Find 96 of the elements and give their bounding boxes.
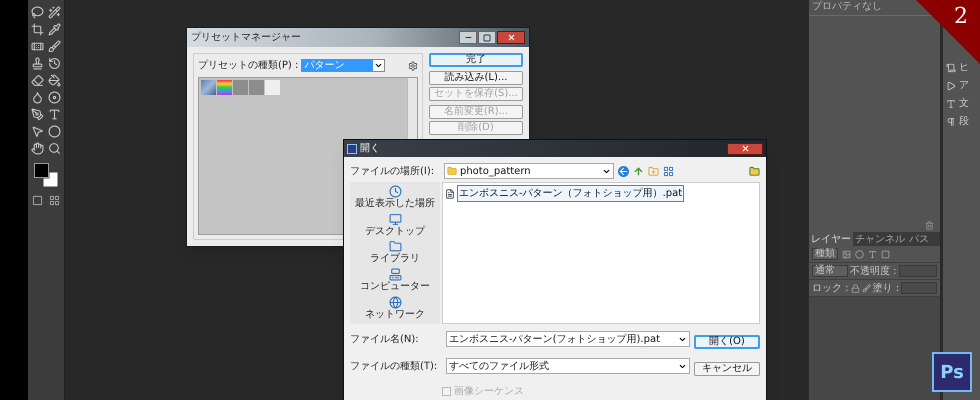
history-icon[interactable] bbox=[48, 57, 61, 70]
play-icon[interactable] bbox=[946, 81, 956, 91]
file-item[interactable]: エンボスニス-パターン（フォトショップ用）.pat bbox=[457, 185, 684, 202]
foreground-color-swatch[interactable] bbox=[34, 163, 49, 178]
file-name-label: ファイル名(N): bbox=[350, 332, 420, 346]
type-icon[interactable] bbox=[868, 250, 877, 258]
folder-icon bbox=[447, 166, 457, 176]
opacity-field[interactable] bbox=[898, 265, 937, 277]
clock-icon[interactable] bbox=[388, 185, 402, 198]
location-label: ファイルの場所(I): bbox=[350, 164, 436, 178]
dock-item-label[interactable]: 文 bbox=[959, 98, 969, 110]
hand-icon[interactable] bbox=[31, 142, 44, 155]
place-item[interactable]: 最近表示した場所 bbox=[355, 198, 435, 210]
panel-tab[interactable]: レイヤー bbox=[809, 232, 853, 246]
file-type-label: ファイルの種類(T): bbox=[350, 360, 438, 374]
image-icon[interactable] bbox=[842, 250, 851, 258]
pattern-thumbnail[interactable] bbox=[217, 80, 232, 95]
pointer-icon[interactable] bbox=[31, 125, 44, 138]
pen-icon[interactable] bbox=[31, 108, 44, 121]
type-icon[interactable] bbox=[48, 108, 61, 121]
dialog-button[interactable]: 完了 bbox=[429, 53, 523, 67]
monitor-icon[interactable] bbox=[388, 212, 402, 226]
up-folder-icon[interactable] bbox=[633, 166, 644, 176]
background-color-swatch[interactable] bbox=[44, 172, 58, 186]
dock-item-label[interactable]: 段 bbox=[959, 116, 969, 128]
dock-item-label[interactable]: ヒ bbox=[959, 62, 969, 74]
pattern-thumbnail[interactable] bbox=[201, 80, 216, 95]
close-button[interactable] bbox=[727, 142, 763, 154]
square-icon[interactable] bbox=[881, 250, 890, 258]
blend-mode-dropdown[interactable]: 通常 bbox=[812, 265, 848, 277]
lasso-icon[interactable] bbox=[31, 6, 44, 19]
file-icon bbox=[445, 188, 455, 198]
place-item[interactable]: コンピューター bbox=[360, 281, 430, 294]
window-title: プリセットマネージャー bbox=[191, 30, 301, 45]
window-title: 開く bbox=[360, 142, 380, 156]
image-sequence-label: 画像シーケンス bbox=[454, 385, 524, 399]
droplet-icon[interactable] bbox=[31, 91, 44, 104]
place-item[interactable]: ネットワーク bbox=[365, 308, 425, 321]
globe-icon[interactable] bbox=[388, 296, 402, 309]
crop-icon[interactable] bbox=[31, 23, 44, 36]
lock-icon[interactable] bbox=[850, 284, 860, 292]
filter-dropdown[interactable]: 種類 bbox=[812, 248, 838, 260]
trash-icon[interactable] bbox=[925, 221, 934, 230]
screen-mode-icon[interactable] bbox=[49, 195, 60, 206]
maximize-icon bbox=[483, 34, 491, 42]
fill-field[interactable] bbox=[901, 282, 937, 294]
corner-ribbon bbox=[916, 0, 980, 64]
gear-icon[interactable] bbox=[408, 60, 418, 70]
location-dropdown[interactable]: photo_pattern bbox=[444, 163, 614, 179]
ellipse-icon[interactable] bbox=[48, 125, 61, 138]
panel-tab[interactable]: パス bbox=[907, 232, 931, 246]
maximize-button[interactable] bbox=[478, 31, 496, 44]
caret-icon bbox=[374, 61, 384, 70]
circle-icon[interactable] bbox=[855, 250, 864, 258]
app-icon bbox=[347, 144, 357, 154]
zoom-icon[interactable] bbox=[48, 142, 61, 155]
place-item[interactable]: ライブラリ bbox=[370, 253, 420, 266]
file-type-dropdown[interactable]: すべてのファイル形式 bbox=[446, 358, 690, 374]
close-icon bbox=[506, 33, 516, 42]
step-number: 2 bbox=[954, 6, 968, 28]
back-icon[interactable] bbox=[618, 166, 629, 176]
eyedropper-icon[interactable] bbox=[48, 23, 61, 36]
minimize-button[interactable] bbox=[459, 31, 477, 44]
stamp-icon[interactable] bbox=[31, 57, 44, 70]
type-icon[interactable] bbox=[946, 99, 956, 109]
folder-icon[interactable] bbox=[388, 240, 402, 254]
paint-bucket-icon[interactable] bbox=[48, 74, 61, 87]
panel-tab[interactable]: チャンネル bbox=[853, 232, 907, 246]
quick-mask-icon[interactable] bbox=[32, 195, 43, 206]
eraser-icon[interactable] bbox=[31, 74, 44, 87]
disc-icon[interactable] bbox=[48, 91, 61, 104]
magic-wand-icon[interactable] bbox=[48, 6, 61, 19]
view-menu-icon[interactable] bbox=[663, 166, 674, 176]
fill-label: 塗り : bbox=[872, 282, 900, 296]
dialog-button[interactable]: キャンセル bbox=[694, 362, 760, 376]
pattern-thumbnail[interactable] bbox=[233, 80, 248, 95]
brush-icon[interactable] bbox=[48, 40, 61, 53]
close-icon bbox=[740, 144, 750, 153]
dialog-button[interactable]: 開く(O) bbox=[694, 335, 760, 349]
pilcrow-icon[interactable] bbox=[946, 117, 956, 127]
place-item[interactable]: デスクトップ bbox=[365, 226, 425, 238]
close-button[interactable] bbox=[497, 31, 525, 44]
pattern-thumbnail[interactable] bbox=[249, 80, 264, 95]
preset-type-label: プリセットの種類(P) : bbox=[198, 58, 298, 73]
scroll-icon[interactable] bbox=[946, 63, 956, 73]
file-name-field[interactable]: エンボスニス-パターン(フォトショップ用).pat bbox=[446, 331, 690, 347]
pattern-thumbnail[interactable] bbox=[265, 80, 280, 95]
folder-icon[interactable] bbox=[749, 166, 760, 176]
opacity-label: 不透明度 : bbox=[850, 264, 897, 278]
dock-item-label[interactable]: ア bbox=[959, 80, 969, 92]
app-logo: Ps bbox=[932, 352, 972, 392]
computer-icon[interactable] bbox=[388, 268, 402, 282]
bandage-icon[interactable] bbox=[31, 40, 44, 53]
dialog-button[interactable]: 読み込み(L)... bbox=[429, 71, 523, 85]
lock-label: ロック : bbox=[812, 282, 849, 296]
brush-icon[interactable] bbox=[862, 284, 871, 292]
